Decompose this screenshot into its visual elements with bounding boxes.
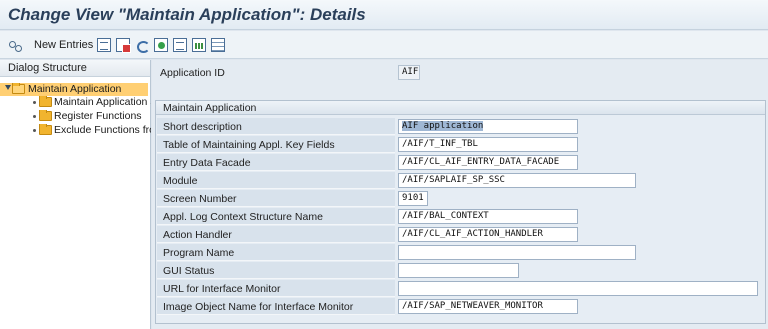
detail-icon — [173, 38, 187, 52]
gui-status-input[interactable] — [398, 263, 519, 278]
dialog-structure-pane: Dialog Structure Maintain Application Ma… — [0, 60, 151, 329]
url-interface-monitor-label: URL for Interface Monitor — [163, 283, 281, 295]
glasses-icon — [8, 38, 22, 52]
tree-item-maintain-application[interactable]: Maintain Application — [0, 83, 148, 96]
field-row: URL for Interface Monitor — [157, 280, 395, 297]
folder-icon — [39, 110, 52, 121]
folder-icon — [39, 96, 52, 107]
program-name-label: Program Name — [163, 247, 235, 259]
program-name-input[interactable] — [398, 245, 636, 260]
delete-icon — [116, 38, 131, 53]
short-description-label: Short description — [163, 121, 242, 133]
chart-button[interactable] — [192, 36, 206, 54]
select-button[interactable] — [154, 36, 168, 54]
delete-button[interactable] — [116, 36, 131, 54]
new-entries-button[interactable]: New Entries — [28, 36, 93, 54]
gui-status-label: GUI Status — [163, 265, 215, 277]
screen-number-label: Screen Number — [163, 193, 237, 205]
undo-button[interactable] — [135, 36, 150, 54]
new-entries-label: New Entries — [34, 39, 94, 51]
tree-item-label: Exclude Functions fro — [54, 124, 151, 136]
action-handler-label: Action Handler — [163, 229, 232, 241]
tree-item-label: Maintain Application — [28, 83, 122, 95]
field-row: Screen Number — [157, 190, 395, 207]
application-id-label: Application ID — [160, 67, 225, 79]
tree-item-label: Register Functions — [54, 110, 142, 122]
tree-item-label: Maintain Application S — [54, 96, 151, 108]
image-object-name-label: Image Object Name for Interface Monitor — [163, 301, 354, 313]
field-row: GUI Status — [157, 262, 395, 279]
expand-arrow-icon[interactable] — [5, 85, 11, 90]
group-title: Maintain Application — [156, 101, 765, 115]
bullet-icon — [33, 115, 36, 118]
key-fields-table-label: Table of Maintaining Appl. Key Fields — [163, 139, 335, 151]
copy-button[interactable] — [97, 36, 111, 54]
key-fields-table-input[interactable]: /AIF/T_INF_TBL — [398, 137, 578, 152]
field-row: Module — [157, 172, 395, 189]
table-button[interactable] — [211, 36, 225, 54]
field-row: Image Object Name for Interface Monitor — [157, 298, 395, 315]
application-toolbar: New Entries — [0, 31, 768, 59]
entry-data-facade-input[interactable]: /AIF/CL_AIF_ENTRY_DATA_FACADE — [398, 155, 578, 170]
screen-number-input[interactable]: 9101 — [398, 191, 428, 206]
short-description-value: AIF application — [402, 121, 484, 131]
tree-item-register-functions[interactable]: Register Functions — [0, 110, 151, 123]
bullet-icon — [33, 129, 36, 132]
tree-item-exclude-functions[interactable]: Exclude Functions fro — [0, 124, 151, 137]
table-icon — [211, 38, 225, 52]
entry-data-facade-label: Entry Data Facade — [163, 157, 251, 169]
folder-icon — [39, 124, 52, 135]
module-input[interactable]: /AIF/SAPLAIF_SP_SSC — [398, 173, 636, 188]
title-bar: Change View "Maintain Application": Deta… — [0, 0, 768, 30]
url-interface-monitor-input[interactable] — [398, 281, 758, 296]
application-id-field: AIF — [398, 65, 420, 80]
image-object-name-input[interactable]: /AIF/SAP_NETWEAVER_MONITOR — [398, 299, 578, 314]
field-row: Short description — [157, 118, 395, 135]
field-row: Appl. Log Context Structure Name — [157, 208, 395, 225]
dialog-structure-header: Dialog Structure — [0, 60, 150, 77]
page-title: Change View "Maintain Application": Deta… — [8, 5, 366, 24]
field-row: Table of Maintaining Appl. Key Fields — [157, 136, 395, 153]
bullet-icon — [33, 101, 36, 104]
display-change-button[interactable] — [8, 36, 22, 54]
detail-button[interactable] — [173, 36, 187, 54]
chart-icon — [192, 38, 206, 52]
module-label: Module — [163, 175, 198, 187]
field-row: Entry Data Facade — [157, 154, 395, 171]
select-icon — [154, 38, 168, 52]
undo-icon — [135, 38, 150, 53]
field-row: Action Handler — [157, 226, 395, 243]
open-folder-icon — [12, 83, 25, 94]
action-handler-input[interactable]: /AIF/CL_AIF_ACTION_HANDLER — [398, 227, 578, 242]
short-description-input[interactable]: AIF application — [398, 119, 578, 134]
log-context-structure-label: Appl. Log Context Structure Name — [163, 211, 323, 223]
tree-item-maintain-application-s[interactable]: Maintain Application S — [0, 96, 151, 109]
log-context-structure-input[interactable]: /AIF/BAL_CONTEXT — [398, 209, 578, 224]
field-row: Program Name — [157, 244, 395, 261]
copy-icon — [97, 38, 111, 52]
